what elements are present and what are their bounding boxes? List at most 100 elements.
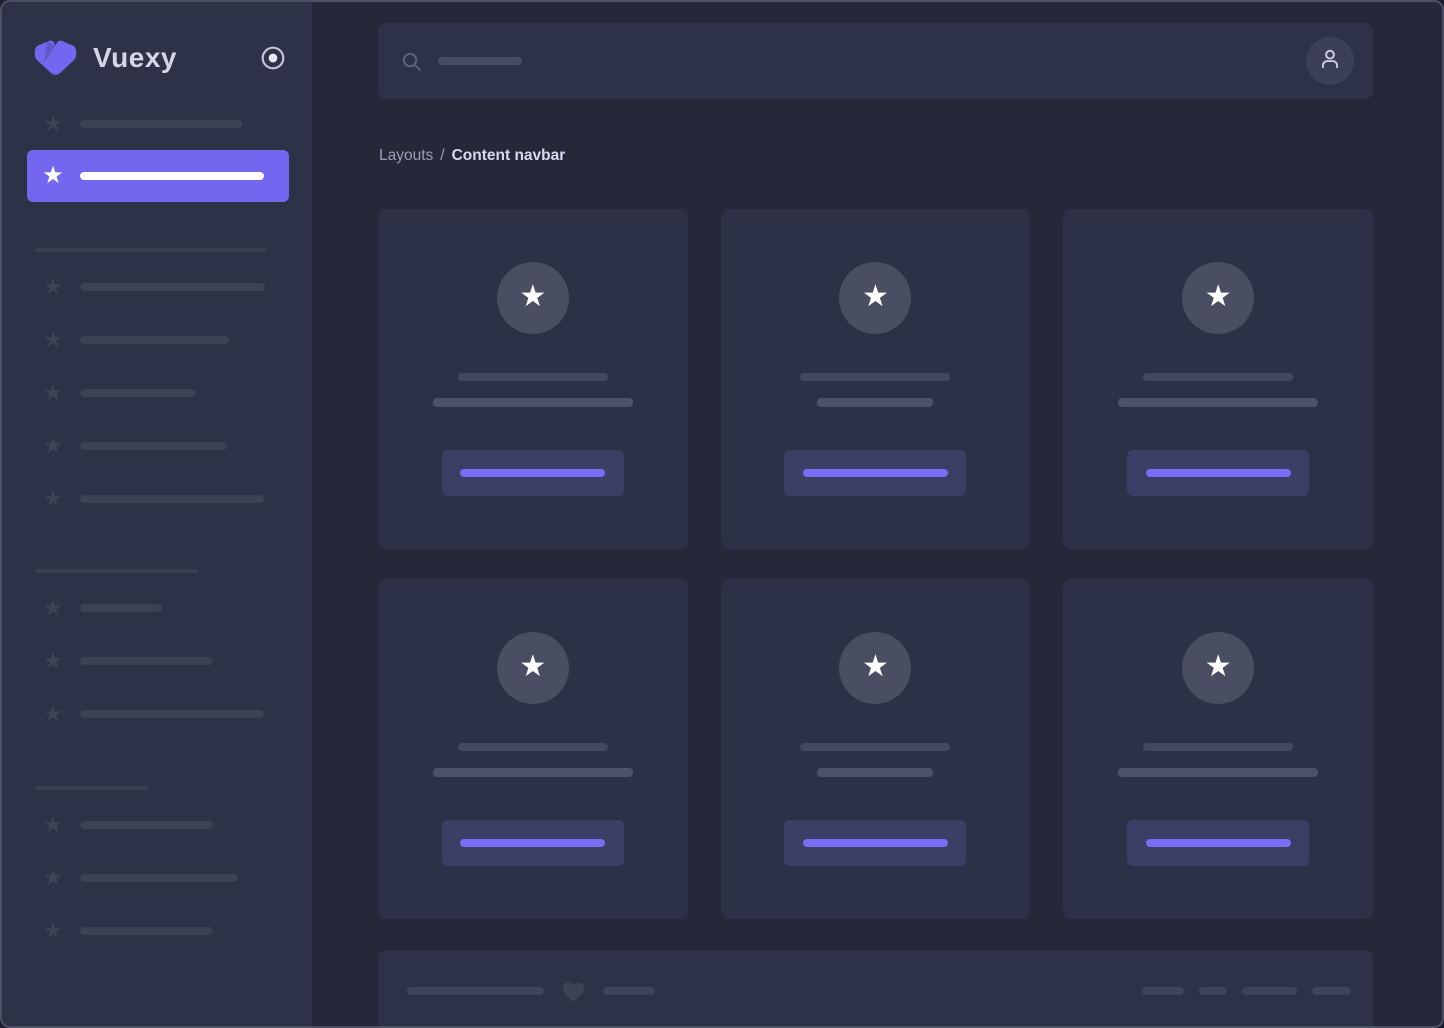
star-icon: ★ [40, 867, 66, 889]
sidebar-item-active[interactable]: ★ [27, 150, 289, 202]
placeholder-card: ★ [1063, 209, 1373, 549]
skeleton-line [800, 373, 950, 381]
star-icon: ★ [1182, 262, 1254, 334]
sidebar-section-label [35, 248, 266, 252]
skeleton-line [1143, 373, 1293, 381]
star-icon: ★ [40, 650, 66, 672]
sidebar-header: Vuexy [2, 2, 312, 98]
skeleton-bar [80, 710, 264, 718]
skeleton-button[interactable] [784, 450, 966, 496]
placeholder-card: ★ [1063, 579, 1373, 919]
heart-icon [560, 978, 587, 1005]
star-icon: ★ [40, 329, 66, 351]
star-icon: ★ [839, 262, 911, 334]
vuexy-logo [32, 40, 79, 76]
footer-left [407, 978, 655, 1005]
skeleton-button-bar [803, 839, 948, 847]
breadcrumb-parent[interactable]: Layouts [379, 147, 433, 165]
sidebar-item[interactable]: ★ [2, 313, 312, 366]
skeleton-bar [80, 657, 213, 665]
sidebar-item[interactable]: ★ [2, 581, 312, 634]
breadcrumb-separator: / [440, 147, 444, 165]
sidebar-section-label [35, 786, 148, 790]
skeleton-line [1118, 398, 1318, 407]
skeleton-button-bar [803, 469, 948, 477]
star-icon: ★ [40, 488, 66, 510]
skeleton-button[interactable] [442, 820, 624, 866]
skeleton-button[interactable] [784, 820, 966, 866]
sidebar-group: ★ ★ ★ ★ ★ [2, 260, 312, 525]
search-icon [400, 50, 423, 73]
footer-links [1142, 987, 1351, 995]
skeleton-bar [80, 120, 242, 128]
skeleton-bar [1312, 987, 1351, 995]
skeleton-button-bar [1146, 469, 1291, 477]
sidebar-item[interactable]: ★ [2, 634, 312, 687]
sidebar-item[interactable]: ★ [2, 98, 312, 150]
skeleton-bar [1199, 987, 1227, 995]
star-icon: ★ [1182, 632, 1254, 704]
star-icon: ★ [40, 164, 66, 188]
skeleton-button-bar [460, 839, 605, 847]
record-circle-icon[interactable] [260, 45, 286, 71]
skeleton-bar [603, 987, 655, 995]
star-icon: ★ [40, 382, 66, 404]
sidebar-section-label [35, 569, 198, 573]
placeholder-card: ★ [721, 209, 1031, 549]
sidebar-item[interactable]: ★ [2, 851, 312, 904]
star-icon: ★ [40, 814, 66, 836]
skeleton-bar [80, 336, 229, 344]
skeleton-line [433, 768, 633, 777]
skeleton-bar [80, 283, 265, 291]
skeleton-bar [80, 495, 264, 503]
breadcrumb: Layouts / Content navbar [379, 147, 1442, 165]
user-avatar-button[interactable] [1306, 37, 1354, 85]
sidebar-item[interactable]: ★ [2, 472, 312, 525]
sidebar-item[interactable]: ★ [2, 419, 312, 472]
breadcrumb-current: Content navbar [452, 147, 566, 165]
user-icon [1317, 46, 1343, 77]
skeleton-bar [80, 821, 213, 829]
card-grid: ★ ★ ★ [378, 209, 1373, 919]
search-input[interactable] [400, 23, 1306, 99]
skeleton-button-bar [460, 469, 605, 477]
skeleton-line [1143, 743, 1293, 751]
star-icon: ★ [40, 920, 66, 942]
sidebar-item[interactable]: ★ [2, 366, 312, 419]
placeholder-card: ★ [721, 579, 1031, 919]
sidebar-item[interactable]: ★ [2, 904, 312, 957]
sidebar-item[interactable]: ★ [2, 798, 312, 851]
sidebar-item[interactable]: ★ [2, 687, 312, 740]
sidebar-item[interactable]: ★ [2, 260, 312, 313]
star-icon: ★ [497, 632, 569, 704]
skeleton-button[interactable] [442, 450, 624, 496]
star-icon: ★ [40, 113, 66, 135]
skeleton-bar [1142, 987, 1184, 995]
main-content: Layouts / Content navbar ★ ★ [312, 2, 1442, 1026]
skeleton-line [817, 398, 933, 407]
sidebar-group: ★ ★ ★ [2, 581, 312, 740]
skeleton-button-bar [1146, 839, 1291, 847]
search-placeholder-bar [438, 57, 522, 65]
star-icon: ★ [40, 703, 66, 725]
placeholder-card: ★ [378, 579, 688, 919]
skeleton-bar [80, 442, 227, 450]
star-icon: ★ [40, 597, 66, 619]
app-window: Vuexy ★ ★ ★ [0, 0, 1444, 1028]
skeleton-bar [407, 987, 544, 995]
star-icon: ★ [839, 632, 911, 704]
sidebar-menu: ★ ★ ★ ★ ★ [2, 98, 312, 957]
star-icon: ★ [40, 435, 66, 457]
sidebar: Vuexy ★ ★ ★ [2, 2, 312, 1026]
skeleton-bar [80, 927, 213, 935]
star-icon: ★ [497, 262, 569, 334]
skeleton-bar [1242, 987, 1297, 995]
skeleton-bar [80, 874, 238, 882]
app-title: Vuexy [93, 42, 177, 74]
skeleton-button[interactable] [1127, 450, 1309, 496]
top-navbar [378, 23, 1373, 99]
skeleton-bar [80, 604, 162, 612]
skeleton-button[interactable] [1127, 820, 1309, 866]
skeleton-line [800, 743, 950, 751]
skeleton-line [458, 743, 608, 751]
